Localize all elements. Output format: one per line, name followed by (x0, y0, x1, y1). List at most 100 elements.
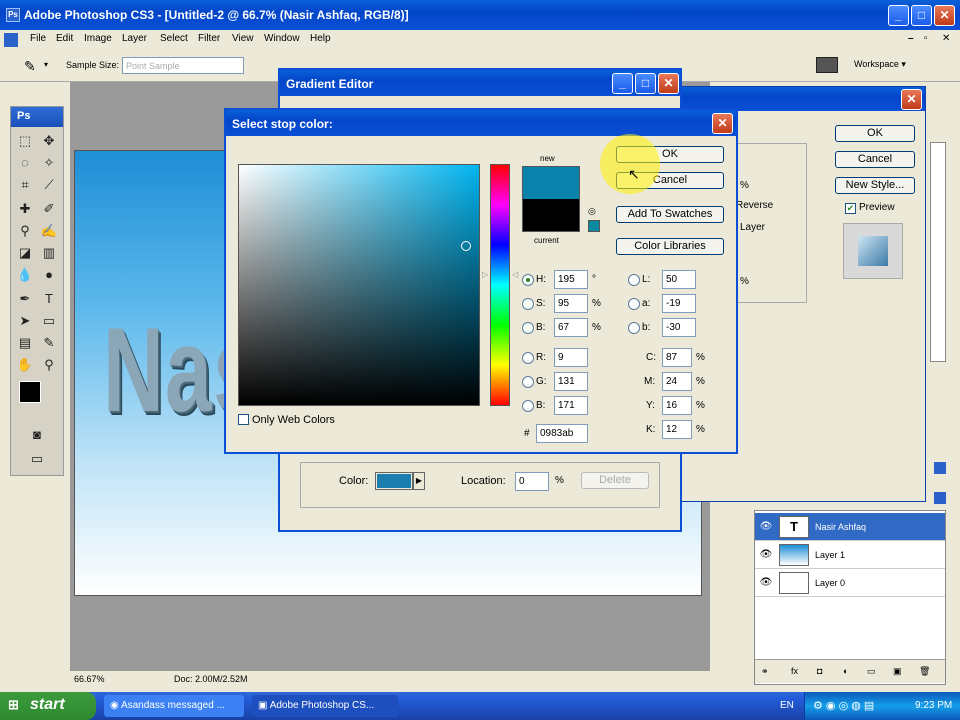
language-indicator[interactable]: EN (780, 700, 794, 711)
menu-layer[interactable]: Layer (122, 33, 147, 44)
menu-file[interactable]: File (30, 33, 46, 44)
mask-icon[interactable]: ◘ (817, 666, 822, 676)
shape-tool-icon[interactable]: ▭ (39, 311, 59, 331)
menu-edit[interactable]: Edit (56, 33, 73, 44)
tool-preset-chevron-icon[interactable]: ▾ (44, 60, 48, 69)
clone-stamp-tool-icon[interactable]: ⚲ (15, 221, 35, 241)
new-style-button[interactable]: New Style... (835, 177, 915, 194)
start-button[interactable]: ⊞ start (0, 692, 96, 720)
menu-select[interactable]: Select (160, 33, 188, 44)
ge-maximize-button[interactable]: □ (635, 73, 656, 94)
new-layer-icon[interactable]: ▣ (893, 666, 902, 677)
menu-view[interactable]: View (232, 33, 254, 44)
brightness-field[interactable]: 67 (554, 318, 588, 337)
red-radio[interactable] (522, 352, 534, 364)
blue-field[interactable]: 171 (554, 396, 588, 415)
eraser-tool-icon[interactable]: ◪ (15, 243, 35, 263)
type-tool-icon[interactable]: T (39, 289, 59, 309)
doc-close-icon[interactable]: ✕ (942, 33, 950, 44)
dodge-tool-icon[interactable]: ● (39, 265, 59, 285)
lasso-tool-icon[interactable]: ◌ (15, 153, 35, 173)
magic-wand-tool-icon[interactable]: ✧ (39, 153, 59, 173)
stop-color-swatch[interactable] (375, 472, 413, 490)
layer-row[interactable]: 👁 Layer 1 (755, 541, 945, 569)
minimize-button[interactable]: _ (888, 5, 909, 26)
lab-a-radio[interactable] (628, 298, 640, 310)
color-field-picker[interactable] (461, 241, 471, 251)
lab-a-field[interactable]: -19 (662, 294, 696, 313)
quick-mask-icon[interactable]: ◙ (27, 425, 47, 445)
saturation-radio[interactable] (522, 298, 534, 310)
black-field[interactable]: 12 (662, 420, 692, 439)
gradient-editor-titlebar[interactable]: Gradient Editor _ □ ✕ (280, 70, 680, 96)
slice-tool-icon[interactable]: ⟋ (39, 175, 59, 195)
hex-field[interactable]: 0983ab (536, 424, 588, 443)
gradient-tool-icon[interactable]: ▥ (39, 243, 59, 263)
blue-radio[interactable] (522, 400, 534, 412)
fx-icon[interactable]: fx (791, 666, 798, 676)
palette-well-icon[interactable] (816, 57, 838, 73)
link-layers-icon[interactable]: ⚭ (761, 666, 769, 677)
doc-minimize-icon[interactable]: – (908, 33, 914, 44)
taskbar-item[interactable]: ▣ Adobe Photoshop CS... (252, 695, 398, 717)
web-safe-swatch[interactable] (588, 220, 600, 232)
visibility-eye-icon[interactable]: 👁 (759, 521, 773, 533)
ps-menu-icon[interactable] (4, 33, 18, 47)
ge-minimize-button[interactable]: _ (612, 73, 633, 94)
foreground-color-swatch[interactable] (19, 381, 41, 403)
trash-icon[interactable]: 🗑 (919, 666, 930, 677)
red-field[interactable]: 9 (554, 348, 588, 367)
tray-icons[interactable]: ⚙ ◉ ◎ ◍ ▤ (813, 699, 874, 712)
group-icon[interactable]: ▭ (867, 666, 876, 677)
clock[interactable]: 9:23 PM (915, 700, 952, 711)
only-web-colors-checkbox[interactable] (238, 414, 249, 425)
hue-slider[interactable] (490, 164, 510, 406)
maximize-button[interactable]: □ (911, 5, 932, 26)
layer-row[interactable]: 👁 T Nasir Ashfaq (755, 513, 945, 541)
eyedropper-icon[interactable]: ✎ (39, 333, 59, 353)
current-color-swatch[interactable] (523, 199, 579, 231)
close-button[interactable]: ✕ (934, 5, 955, 26)
scroll-up-icon[interactable] (934, 462, 946, 474)
move-tool-icon[interactable]: ✥ (39, 131, 59, 151)
hue-radio[interactable] (522, 274, 534, 286)
zoom-tool-icon[interactable]: ⚲ (39, 355, 59, 375)
visibility-eye-icon[interactable]: 👁 (759, 549, 773, 561)
lab-l-field[interactable]: 50 (662, 270, 696, 289)
layer-row[interactable]: 👁 Layer 0 (755, 569, 945, 597)
eyedropper-tool-icon[interactable]: ✎ (24, 58, 36, 75)
menu-window[interactable]: Window (264, 33, 300, 44)
path-selection-tool-icon[interactable]: ➤ (15, 311, 35, 331)
brightness-radio[interactable] (522, 322, 534, 334)
pen-tool-icon[interactable]: ✒ (15, 289, 35, 309)
lab-b-field[interactable]: -30 (662, 318, 696, 337)
hue-field[interactable]: 195 (554, 270, 588, 289)
menu-help[interactable]: Help (310, 33, 331, 44)
taskbar-item[interactable]: ◉ Asandass messaged ... (104, 695, 244, 717)
layer-style-close-button[interactable]: ✕ (901, 89, 922, 110)
layer-style-ok-button[interactable]: OK (835, 125, 915, 142)
lab-b-radio[interactable] (628, 322, 640, 334)
adjustment-icon[interactable]: ◐ (843, 666, 848, 676)
healing-brush-tool-icon[interactable]: ✚ (15, 199, 35, 219)
crop-tool-icon[interactable]: ⌗ (15, 175, 35, 195)
out-of-gamut-warning-icon[interactable]: ◎ (588, 206, 600, 216)
preview-checkbox[interactable]: ✔ (845, 203, 856, 214)
brush-tool-icon[interactable]: ✐ (39, 199, 59, 219)
layer-style-cancel-button[interactable]: Cancel (835, 151, 915, 168)
color-field[interactable] (238, 164, 480, 406)
scroll-down-icon[interactable] (934, 492, 946, 504)
saturation-field[interactable]: 95 (554, 294, 588, 313)
hand-tool-icon[interactable]: ✋ (15, 355, 35, 375)
delete-button[interactable]: Delete (581, 472, 649, 489)
workspace-menu[interactable]: Workspace ▾ (854, 59, 906, 70)
doc-restore-icon[interactable]: ▫ (924, 33, 928, 44)
color-libraries-button[interactable]: Color Libraries (616, 238, 724, 255)
notes-tool-icon[interactable]: ▤ (15, 333, 35, 353)
title-bar[interactable]: Ps Adobe Photoshop CS3 - [Untitled-2 @ 6… (0, 0, 960, 30)
stop-color-close-button[interactable]: ✕ (712, 113, 733, 134)
add-to-swatches-button[interactable]: Add To Swatches (616, 206, 724, 223)
blur-tool-icon[interactable]: 💧 (15, 265, 35, 285)
sample-size-select[interactable]: Point Sample (122, 57, 244, 74)
marquee-tool-icon[interactable]: ⬚ (15, 131, 35, 151)
